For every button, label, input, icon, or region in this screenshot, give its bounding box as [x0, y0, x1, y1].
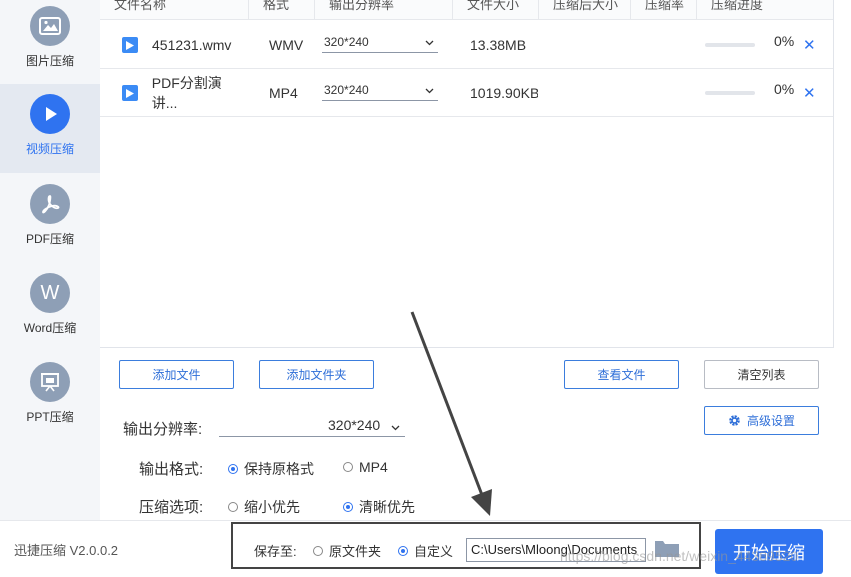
- progress-cell: [705, 69, 755, 117]
- original-folder-radio[interactable]: 原文件夹: [313, 541, 381, 560]
- progress-bar: [705, 91, 755, 95]
- view-files-button[interactable]: 查看文件: [564, 360, 679, 389]
- resolution-select-cell: 320*240: [322, 69, 438, 117]
- add-folder-button[interactable]: 添加文件夹: [259, 360, 374, 389]
- sidebar-item-video-compress[interactable]: 视频压缩: [0, 84, 100, 173]
- file-name-cell: 451231.wmv: [122, 21, 246, 69]
- add-file-button[interactable]: 添加文件: [119, 360, 234, 389]
- chevron-down-icon: [391, 419, 400, 434]
- column-header-size: 文件大小: [452, 0, 538, 20]
- size-priority-radio[interactable]: 缩小优先: [228, 497, 300, 517]
- radio-label: 清晰优先: [359, 499, 415, 515]
- sidebar-item-word-compress[interactable]: W Word压缩: [0, 267, 100, 356]
- file-size: 13.38MB: [470, 37, 527, 53]
- file-name: 451231.wmv: [152, 37, 232, 53]
- resolution-value: 320*240: [324, 34, 369, 49]
- radio-label: 保持原格式: [244, 461, 314, 477]
- output-resolution-select[interactable]: 320*240: [219, 416, 405, 437]
- compress-option-label: 压缩选项:: [139, 499, 204, 516]
- image-icon: [30, 6, 70, 46]
- chevron-down-icon: [425, 35, 434, 49]
- file-size: 1019.90KB: [470, 85, 538, 101]
- watermark: https://blog.csdn.net/weixin_44389520: [560, 548, 799, 564]
- close-icon[interactable]: ✕: [803, 21, 816, 69]
- progress-cell: [705, 21, 755, 69]
- advanced-settings-label: 高级设置: [746, 414, 795, 428]
- keep-format-radio[interactable]: 保持原格式: [228, 459, 314, 479]
- sidebar-item-pdf-compress[interactable]: PDF压缩: [0, 178, 100, 267]
- radio-selected-icon: [343, 502, 353, 512]
- table-header: 文件名称 格式 输出分辨率 文件大小 压缩后大小 压缩率 压缩进度: [100, 0, 833, 20]
- file-table: 文件名称 格式 输出分辨率 文件大小 压缩后大小 压缩率 压缩进度 451231…: [100, 0, 834, 348]
- resolution-label: 输出分辨率:: [123, 421, 203, 438]
- resolution-select-cell: 320*240: [322, 21, 438, 69]
- video-file-icon: [122, 85, 138, 101]
- save-to-label: 保存至:: [254, 544, 297, 559]
- table-row[interactable]: PDF分割演讲... MP4 320*240 1019.90KB 0% ✕: [100, 69, 833, 117]
- advanced-settings-button[interactable]: 高级设置: [704, 406, 819, 435]
- clarity-priority-radio[interactable]: 清晰优先: [343, 497, 415, 517]
- radio-unselected-icon: [228, 502, 238, 512]
- chevron-down-icon: [425, 83, 434, 97]
- column-header-progress: 压缩进度: [696, 0, 833, 20]
- column-header-name: 文件名称: [114, 0, 167, 12]
- clear-list-button[interactable]: 清空列表: [704, 360, 819, 389]
- sidebar-item-ppt-compress[interactable]: PPT压缩: [0, 356, 100, 445]
- column-header-format: 格式: [248, 0, 314, 20]
- table-row[interactable]: 451231.wmv WMV 320*240 13.38MB 0% ✕: [100, 21, 833, 69]
- file-name-cell: PDF分割演讲...: [122, 69, 246, 117]
- radio-selected-icon: [228, 464, 238, 474]
- radio-label: 原文件夹: [329, 544, 382, 559]
- radio-selected-icon: [398, 545, 408, 556]
- radio-unselected-icon: [343, 462, 353, 472]
- sidebar-item-label: Word压缩: [23, 321, 77, 335]
- app-version: 迅捷压缩 V2.0.0.2: [14, 543, 119, 558]
- radio-label: MP4: [359, 459, 388, 475]
- column-header-resolution: 输出分辨率: [314, 0, 452, 20]
- sidebar-item-label: PPT压缩: [26, 410, 74, 424]
- resolution-value: 320*240: [324, 82, 369, 97]
- progress-percent: 0%: [774, 81, 795, 97]
- radio-unselected-icon: [313, 545, 323, 556]
- close-icon[interactable]: ✕: [803, 69, 816, 117]
- ppt-icon: [30, 362, 70, 402]
- mp4-format-radio[interactable]: MP4: [343, 459, 388, 475]
- video-file-icon: [122, 37, 138, 53]
- footer-divider: [0, 520, 851, 521]
- sidebar-item-label: 图片压缩: [25, 54, 74, 68]
- word-icon: W: [30, 273, 70, 313]
- progress-percent: 0%: [774, 33, 795, 49]
- file-name: PDF分割演讲...: [151, 75, 222, 111]
- radio-label: 缩小优先: [244, 499, 300, 515]
- pdf-icon: [30, 184, 70, 224]
- play-icon: [30, 94, 70, 134]
- gear-icon: [728, 414, 741, 427]
- format-label: 输出格式:: [139, 461, 204, 478]
- file-format: MP4: [269, 85, 298, 101]
- column-header-ratio: 压缩率: [630, 0, 696, 20]
- sidebar-item-image-compress[interactable]: 图片压缩: [0, 0, 100, 89]
- sidebar: 图片压缩 视频压缩 PDF压缩 W Word压缩 PPT压缩: [0, 0, 100, 520]
- radio-label: 自定义: [414, 544, 454, 559]
- word-icon-glyph: W: [40, 281, 60, 304]
- output-resolution-value: 320*240: [328, 417, 381, 433]
- resolution-select[interactable]: 320*240: [322, 79, 438, 101]
- column-header-compressed-size: 压缩后大小: [538, 0, 624, 20]
- file-format: WMV: [269, 37, 304, 53]
- sidebar-item-label: PDF压缩: [25, 232, 74, 246]
- progress-bar: [705, 43, 755, 47]
- custom-folder-radio[interactable]: 自定义: [398, 541, 453, 560]
- sidebar-item-label: 视频压缩: [25, 142, 74, 156]
- resolution-select[interactable]: 320*240: [322, 31, 438, 53]
